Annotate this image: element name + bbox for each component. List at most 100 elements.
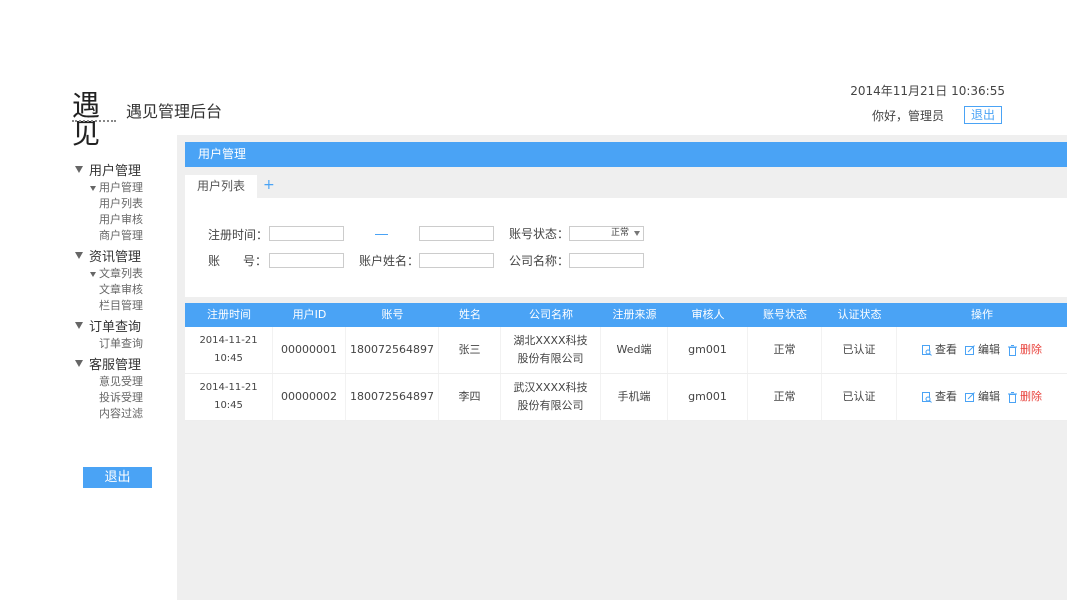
edit-action[interactable]: 编辑 [965,388,1000,406]
view-action[interactable]: 查看 [922,388,957,406]
sidebar-item[interactable]: 订单查询 [72,336,172,352]
sidebar-group-header[interactable]: 资讯管理 [72,246,172,265]
edit-label: 编辑 [978,390,1000,403]
reg-time-end-input[interactable] [419,226,494,241]
datetime: 2014年11月21日 10:36:55 [850,84,1005,98]
reg-time-label: 注册时间： [208,228,269,242]
section-title-bar: 用户管理 [185,142,1067,167]
reg-time-start-input[interactable] [269,226,344,241]
account-name-input[interactable] [419,253,494,268]
account-label-suffix: 号： [243,254,268,268]
main-panel: 用户管理 用户列表 + 注册时间： 账号状态： 正常 账 号： 账户姓名： 公司… [177,135,1067,600]
view-icon [922,344,932,356]
sidebar-item[interactable]: 用户审核 [72,212,172,228]
sidebar-logout-button[interactable]: 退出 [83,467,152,488]
column-header: 审核人 [691,308,725,321]
range-dash [375,234,388,235]
column-header: 用户ID [292,308,327,321]
sidebar-subgroup-label: 用户管理 [99,181,143,194]
delete-action[interactable]: 删除 [1008,341,1042,359]
trash-icon [1008,344,1017,356]
account-status-label: 账号状态： [509,227,570,241]
cell-reg-time: 2014-11-21 10:45 [185,327,273,373]
sidebar-group-user: 用户管理 用户管理 用户列表 用户审核 商户管理 [72,160,172,244]
cell-cert: 已认证 [822,327,897,373]
cell-source: 手机端 [601,374,668,420]
column-header: 注册时间 [207,308,251,321]
tab-strip: 用户列表 + [185,175,1067,198]
tab-user-list[interactable]: 用户列表 [185,175,257,198]
table-row: 2014-11-21 10:45 00000002 180072564897 李… [185,374,1067,421]
table-header-row: 注册时间 用户ID 账号 姓名 公司名称 注册来源 审核人 账号状态 认证状态 … [185,303,1067,327]
sidebar-group-news: 资讯管理 文章列表 文章审核 栏目管理 [72,246,172,314]
sidebar: 用户管理 用户管理 用户列表 用户审核 商户管理 资讯管理 文章列表 文章审核 … [72,160,172,424]
sidebar-group-header[interactable]: 客服管理 [72,354,172,373]
company-line: 武汉XXXX科技 [513,381,588,394]
account-input[interactable] [269,253,344,268]
sidebar-subgroup-header[interactable]: 用户管理 [72,180,172,196]
company-line: 股份有限公司 [517,352,584,365]
app-title: 遇见管理后台 [126,102,223,121]
sidebar-group-label: 资讯管理 [89,249,142,265]
cell-status: 正常 [748,327,822,373]
add-tab-button[interactable]: + [263,177,275,193]
dropdown-caret-icon [634,231,640,236]
edit-action[interactable]: 编辑 [965,341,1000,359]
view-label: 查看 [935,343,957,356]
cell-reviewer: gm001 [668,327,748,373]
sidebar-item[interactable]: 投诉受理 [72,390,172,406]
delete-label: 删除 [1020,390,1042,403]
sidebar-group-orders: 订单查询 订单查询 [72,316,172,352]
account-label-prefix: 账 [208,254,221,268]
column-header: 操作 [971,308,993,321]
delete-action[interactable]: 删除 [1008,388,1042,406]
cell-status: 正常 [748,374,822,420]
sidebar-item[interactable]: 内容过滤 [72,406,172,422]
expand-triangle-icon [75,251,83,259]
edit-icon [965,392,975,402]
company-name-input[interactable] [569,253,644,268]
sidebar-item[interactable]: 栏目管理 [72,298,172,314]
sidebar-group-header[interactable]: 用户管理 [72,160,172,179]
cell-company: 武汉XXXX科技 股份有限公司 [501,374,601,420]
sidebar-subgroup-label: 文章列表 [99,267,143,280]
account-status-select[interactable]: 正常 [569,226,644,241]
cell-account: 180072564897 [346,374,439,420]
cell-reviewer: gm001 [668,374,748,420]
sidebar-item[interactable]: 意见受理 [72,374,172,390]
admin-page: 遇见 遇见管理后台 2014年11月21日 10:36:55 你好，管理员 退出… [0,0,1067,600]
sidebar-item[interactable]: 文章审核 [72,282,172,298]
column-header: 认证状态 [837,308,882,321]
sidebar-group-label: 客服管理 [89,357,142,373]
cell-name: 张三 [439,327,501,373]
column-header: 公司名称 [529,308,573,321]
cell-company: 湖北XXXX科技 股份有限公司 [501,327,601,373]
cell-reg-time: 2014-11-21 10:45 [185,374,273,420]
user-table: 注册时间 用户ID 账号 姓名 公司名称 注册来源 审核人 账号状态 认证状态 … [185,303,1067,421]
edit-icon [965,345,975,355]
view-action[interactable]: 查看 [922,341,957,359]
delete-label: 删除 [1020,343,1042,356]
logo-underline [72,120,116,123]
sidebar-group-label: 订单查询 [89,319,142,335]
view-icon [922,391,932,403]
expand-triangle-icon [75,321,83,329]
expand-triangle-icon [90,271,96,277]
sidebar-group-header[interactable]: 订单查询 [72,316,172,335]
filter-form: 注册时间： 账号状态： 正常 账 号： 账户姓名： 公司名称： [185,198,1067,297]
company-line: 股份有限公司 [517,399,584,412]
header-logout-button[interactable]: 退出 [964,106,1002,124]
column-header: 注册来源 [612,308,657,321]
column-header: 账号状态 [763,308,807,321]
table-row: 2014-11-21 10:45 00000001 180072564897 张… [185,327,1067,374]
view-label: 查看 [935,390,957,403]
sidebar-item[interactable]: 商户管理 [72,228,172,244]
cell-cert: 已认证 [822,374,897,420]
edit-label: 编辑 [978,343,1000,356]
cell-actions: 查看 编辑 删除 [897,327,1067,373]
cell-actions: 查看 编辑 删除 [897,374,1067,420]
sidebar-item[interactable]: 用户列表 [72,196,172,212]
cell-user-id: 00000001 [273,327,346,373]
cell-user-id: 00000002 [273,374,346,420]
sidebar-subgroup-header[interactable]: 文章列表 [72,266,172,282]
